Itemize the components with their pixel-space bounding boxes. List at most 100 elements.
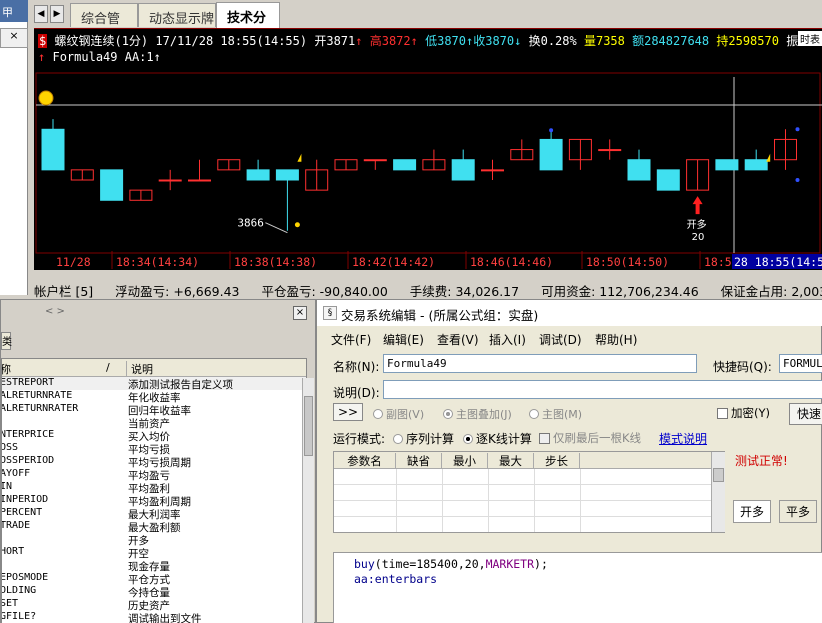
blue-dot xyxy=(549,128,554,133)
function-row[interactable]: XTRADE最大盈利额 xyxy=(2,520,306,534)
bar-datetime: 17/11/28 18:55(14:55) xyxy=(155,34,308,48)
time-axis-label: 18:50(14:50) xyxy=(586,255,669,269)
function-row[interactable]: H现金存量 xyxy=(2,559,306,573)
menu-insert[interactable]: 插入(I) xyxy=(489,331,526,348)
function-row[interactable]: WINPERIOD平均盈利周期 xyxy=(2,494,306,508)
main-overlay-radio[interactable]: 主图叠加(J) xyxy=(443,406,512,422)
shortcut-label: 快捷码(Q): xyxy=(713,360,772,374)
tab-scroll-right-icon[interactable]: ▶ xyxy=(50,5,64,23)
param-col-name[interactable]: 参数名 xyxy=(334,453,396,469)
close-pnl: 平仓盈亏: -90,840.00 xyxy=(261,284,388,299)
function-row[interactable]: LOSSPERIOD平均亏损周期 xyxy=(2,455,306,469)
col-desc-header[interactable]: 说明 xyxy=(126,361,306,377)
menu-debug[interactable]: 调试(D) xyxy=(539,331,582,348)
chart-canvas[interactable]: 3866 开多20 11/28 18:34(14:34) 18:38(14:38) 18:… xyxy=(34,29,822,270)
formula-text: Formula49 AA:1 xyxy=(52,50,154,64)
param-col-max[interactable]: 最大 xyxy=(488,453,534,469)
candle-body xyxy=(481,169,504,172)
account-label[interactable]: 帐户栏 [5] xyxy=(34,284,93,299)
function-row[interactable]: UGFILE? 调试输出到文件 xyxy=(2,611,306,623)
candle-body xyxy=(715,159,739,171)
param-row[interactable] xyxy=(334,501,724,517)
candlestick-chart[interactable]: 3866 开多 20 11/28 18:34(14:34) 18:38(14:38) 18:… xyxy=(34,28,822,270)
formula-line: ↑ Formula49 AA:1↑ xyxy=(38,50,161,64)
menu-edit[interactable]: 编辑(E) xyxy=(383,331,424,348)
param-scroll-thumb[interactable] xyxy=(713,468,724,482)
fee: 手续费: 34,026.17 xyxy=(409,284,520,299)
function-row[interactable]: 开多 xyxy=(2,533,306,547)
function-row[interactable]: SEPOSMODE平仓方式 xyxy=(2,572,306,586)
tab-dynamic-board[interactable]: 动态显示牌 xyxy=(138,3,216,27)
open-interest: 持2598570 xyxy=(716,34,779,48)
float-pnl: 浮动盈亏: +6,669.43 xyxy=(115,284,240,299)
symbol-info-line: $ 螺纹钢连续(1分) 17/11/28 18:55(14:55) 开3871↑… xyxy=(38,32,805,49)
function-row[interactable]: SHORT开空 xyxy=(2,546,306,560)
menu-view[interactable]: 查看(V) xyxy=(437,331,479,348)
mainchart-radio[interactable]: 主图(M) xyxy=(529,406,582,422)
series-calc-radio[interactable]: 序列计算 xyxy=(393,430,454,447)
blue-dot xyxy=(795,178,800,182)
expand-button[interactable]: >> xyxy=(333,403,363,421)
function-row[interactable]: PAYOFF平均盈亏 xyxy=(2,468,306,482)
function-row[interactable]: WIN平均盈利 xyxy=(1,481,306,495)
function-row[interactable]: XPERCENT最大利润率 xyxy=(2,507,306,521)
menu-file[interactable]: 文件(F) xyxy=(331,331,371,348)
per-bar-calc-radio[interactable]: 逐K线计算 xyxy=(463,430,532,447)
symbol-name: 螺纹钢连续(1分) xyxy=(54,34,149,48)
candle-body xyxy=(41,128,65,171)
available-funds: 可用资金: 112,706,234.46 xyxy=(541,284,699,299)
function-row[interactable]: HOLDING今持仓量 xyxy=(1,585,306,599)
tab-close-long[interactable]: 平多 xyxy=(779,500,818,523)
function-row[interactable]: ENTERPRICE买入均价 xyxy=(2,429,306,443)
col-name-header[interactable]: 称 xyxy=(2,361,11,377)
parameter-scrollbar[interactable] xyxy=(711,452,725,532)
mode-help-link[interactable]: 模式说明 xyxy=(659,430,707,447)
function-name: WIN xyxy=(1,481,13,492)
candle-body xyxy=(539,138,563,171)
encrypt-checkbox-box[interactable] xyxy=(717,408,728,419)
left-panel-close-button[interactable]: × xyxy=(0,28,28,48)
function-row[interactable]: T当前资产 xyxy=(2,416,306,430)
function-name: HOLDING xyxy=(1,585,37,596)
function-row[interactable]: LOSS平均亏损 xyxy=(2,442,306,456)
function-list-scrollbar[interactable] xyxy=(302,378,314,623)
tab-scroll-left-icon[interactable]: ◀ xyxy=(34,5,48,23)
time-table-button[interactable]: 时表 xyxy=(798,31,822,46)
function-category-button[interactable]: 类 xyxy=(1,332,12,350)
formula-up-arrow-icon: ↑ xyxy=(153,50,161,64)
menu-help[interactable]: 帮助(H) xyxy=(595,331,637,348)
param-col-step[interactable]: 步长 xyxy=(534,453,580,469)
margin-used: 保证金占用: 2,003,882. xyxy=(720,284,822,299)
tab-open-long[interactable]: 开多 xyxy=(733,500,772,523)
param-row[interactable] xyxy=(334,469,724,485)
candle-body xyxy=(598,149,622,152)
description-input[interactable] xyxy=(383,380,822,399)
formula-code-editor[interactable]: buy(time=185400,20,MARKETR); aa:enterbar… xyxy=(333,552,822,623)
last-bar-only-checkbox[interactable]: 仅刷最后一根K线 xyxy=(539,430,641,446)
last-bar-only-box[interactable] xyxy=(539,433,550,444)
param-col-min[interactable]: 最小 xyxy=(442,453,488,469)
code-tail: ); xyxy=(534,557,548,571)
function-row[interactable]: UALRETURNRATER 回归年收益率 xyxy=(2,403,306,417)
symbol-marker-icon: $ xyxy=(38,34,48,48)
time-axis-label: 11/28 xyxy=(56,255,91,269)
amount: 额284827648 xyxy=(632,34,710,48)
parameter-table[interactable]: 参数名 缺省 最小 最大 步长 xyxy=(333,451,725,533)
time-axis-label: 18:34(14:34) xyxy=(116,255,199,269)
param-row[interactable] xyxy=(334,517,724,532)
param-col-default[interactable]: 缺省 xyxy=(396,453,442,469)
subchart-radio[interactable]: 副图(V) xyxy=(373,406,424,422)
shortcut-input[interactable]: FORMULA xyxy=(779,354,822,373)
tab-overview[interactable]: 综合管理 xyxy=(70,3,138,46)
name-input[interactable]: Formula49 xyxy=(383,354,697,373)
function-row[interactable]: UALRETURNRATE 年化收益率 xyxy=(2,390,306,404)
quick-button[interactable]: 快速 xyxy=(789,403,822,425)
param-row[interactable] xyxy=(334,485,724,501)
function-row[interactable]: RSET历史资产 xyxy=(2,598,306,612)
encrypt-checkbox[interactable]: 加密(Y) xyxy=(717,405,770,421)
function-row[interactable]: TESTREPORT添加测试报告自定义项 xyxy=(2,377,306,391)
tab-technical-analysis[interactable]: 技术分析 xyxy=(216,2,280,45)
blue-dot xyxy=(795,127,800,132)
scroll-thumb[interactable] xyxy=(304,396,313,456)
function-panel-close-icon[interactable]: × xyxy=(293,306,307,320)
